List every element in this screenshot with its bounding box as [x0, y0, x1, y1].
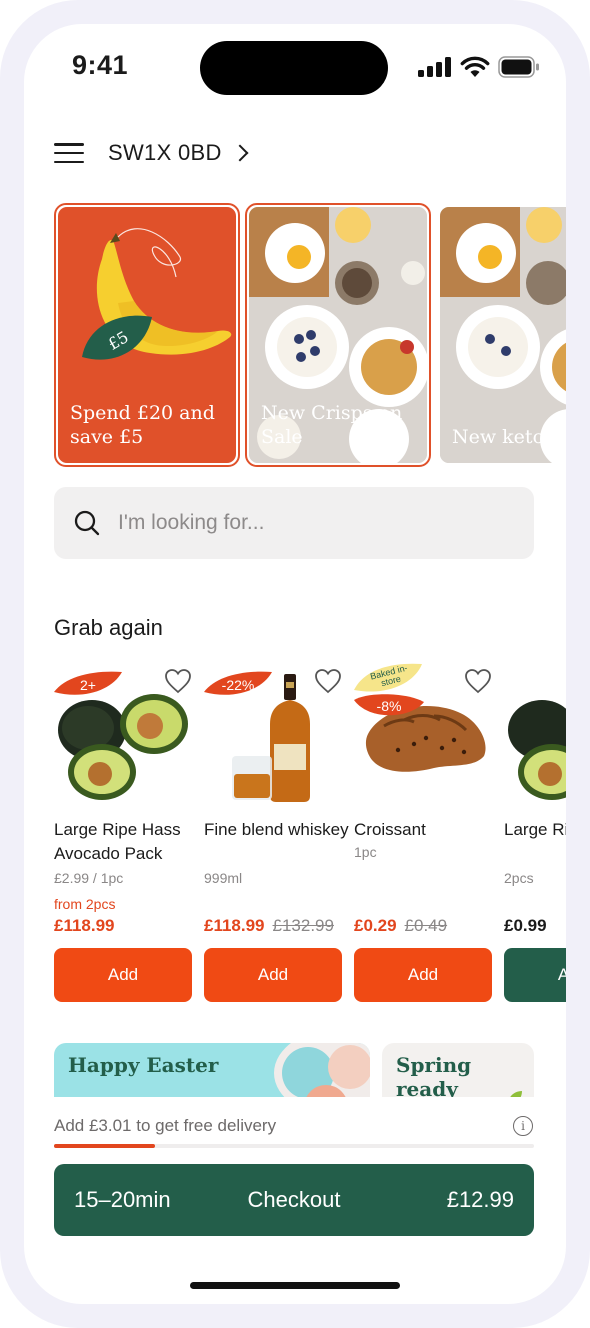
promo-card-new-crisps[interactable]: New Crisps on Sale — [245, 203, 431, 467]
free-delivery-message: Add £3.01 to get free delivery — [54, 1116, 277, 1135]
badge-text: -22% — [221, 677, 255, 693]
cart-total: £12.99 — [446, 1187, 514, 1212]
current-price: £118.99 — [204, 916, 265, 935]
promo-carousel[interactable]: £5 Spend £20 and save £5 New Crisps on S… — [54, 203, 566, 467]
promo-label: Spend £20 and save £5 — [70, 402, 215, 448]
section-title-grab-again: Grab again — [54, 615, 163, 640]
product-name: Large Ripe Hass Avocado Pack — [504, 820, 566, 839]
product-name: Fine blend whiskey — [204, 820, 349, 839]
wifi-icon — [460, 56, 490, 77]
banner-happy-easter[interactable]: Happy Easter — [54, 1043, 370, 1097]
banner-title: Happy Easter — [68, 1053, 219, 1077]
status-time: 9:41 — [72, 50, 129, 80]
search-input[interactable] — [118, 511, 498, 535]
info-icon[interactable]: i — [513, 1116, 533, 1136]
product-name: Croissant — [354, 820, 426, 839]
product-volume: 999ml — [204, 870, 243, 886]
grab-again-carousel[interactable]: 2+ Large Ripe Hass Avocado Pack £2.99 / … — [54, 663, 566, 1004]
product-quantity: 1pc — [354, 844, 377, 860]
old-price: £0.49 — [404, 916, 448, 935]
add-button[interactable]: Add — [204, 948, 342, 1002]
heart-icon[interactable] — [164, 668, 192, 694]
dynamic-island — [200, 41, 388, 95]
search-bar[interactable] — [54, 487, 534, 559]
seasonal-banners[interactable]: Happy Easter Spring ready — [54, 1043, 566, 1097]
product-min-quantity: from 2pcs — [54, 896, 116, 912]
product-card[interactable]: -22% Fine blend whiskey 999ml £118.99 £1… — [204, 664, 349, 1004]
product-card[interactable]: Large Ripe Hass Avocado Pack 2pcs £0.99 … — [504, 664, 566, 1004]
promo-card-spend-save[interactable]: £5 Spend £20 and save £5 — [54, 203, 240, 467]
status-icons — [418, 56, 540, 78]
free-delivery-progress — [54, 1144, 534, 1148]
product-price: £0.29 £0.49 — [354, 916, 447, 936]
hamburger-menu-icon[interactable] — [54, 143, 84, 163]
product-price: £118.99 £132.99 — [204, 916, 334, 936]
promo-card-new-ketchup[interactable]: New ketchu — [436, 203, 566, 467]
address-header[interactable]: SW1X 0BD — [54, 136, 249, 170]
add-button[interactable]: Add — [54, 948, 192, 1002]
banner-title: Spring ready — [396, 1053, 472, 1097]
search-icon — [74, 510, 100, 536]
product-card[interactable]: 2+ Large Ripe Hass Avocado Pack £2.99 / … — [54, 664, 192, 1004]
old-price: £132.99 — [272, 916, 334, 935]
heart-icon[interactable] — [314, 668, 342, 694]
badge-text: 2+ — [80, 677, 96, 693]
delivery-postcode[interactable]: SW1X 0BD — [108, 140, 222, 166]
home-indicator — [190, 1282, 400, 1289]
banner-spring-ready[interactable]: Spring ready — [382, 1043, 534, 1097]
add-button[interactable]: Add — [504, 948, 566, 1002]
product-unit-price: £2.99 / 1pc — [54, 870, 124, 886]
avocado-image — [508, 700, 566, 800]
product-price: £0.99 — [504, 916, 547, 936]
free-delivery-progress-fill — [54, 1144, 155, 1148]
current-price: £0.99 — [504, 916, 547, 935]
heart-icon[interactable] — [464, 668, 492, 694]
battery-icon — [498, 56, 539, 78]
promo-label: New ketchu — [452, 426, 566, 448]
cellular-signal-icon — [418, 57, 451, 77]
product-quantity: 2pcs — [504, 870, 534, 886]
checkout-button[interactable]: 15–20min Checkout £12.99 — [54, 1164, 534, 1236]
product-price: £118.99 — [54, 916, 115, 936]
product-name: Large Ripe Hass Avocado Pack — [54, 820, 181, 863]
current-price: £0.29 — [354, 916, 397, 935]
promo-label: New Crisps on Sale — [261, 402, 403, 448]
product-card[interactable]: Baked in-store -8% Croissant 1pc £0.29 £… — [354, 663, 492, 1004]
chevron-right-icon — [231, 144, 249, 162]
badge-text: -8% — [376, 698, 402, 714]
add-button[interactable]: Add — [354, 948, 492, 1002]
current-price: £118.99 — [54, 916, 115, 935]
leaf-icon — [510, 1091, 522, 1097]
app-screen: 9:41 SW1X 0BD £5 Spend £20 and save £5 N… — [24, 24, 566, 1304]
